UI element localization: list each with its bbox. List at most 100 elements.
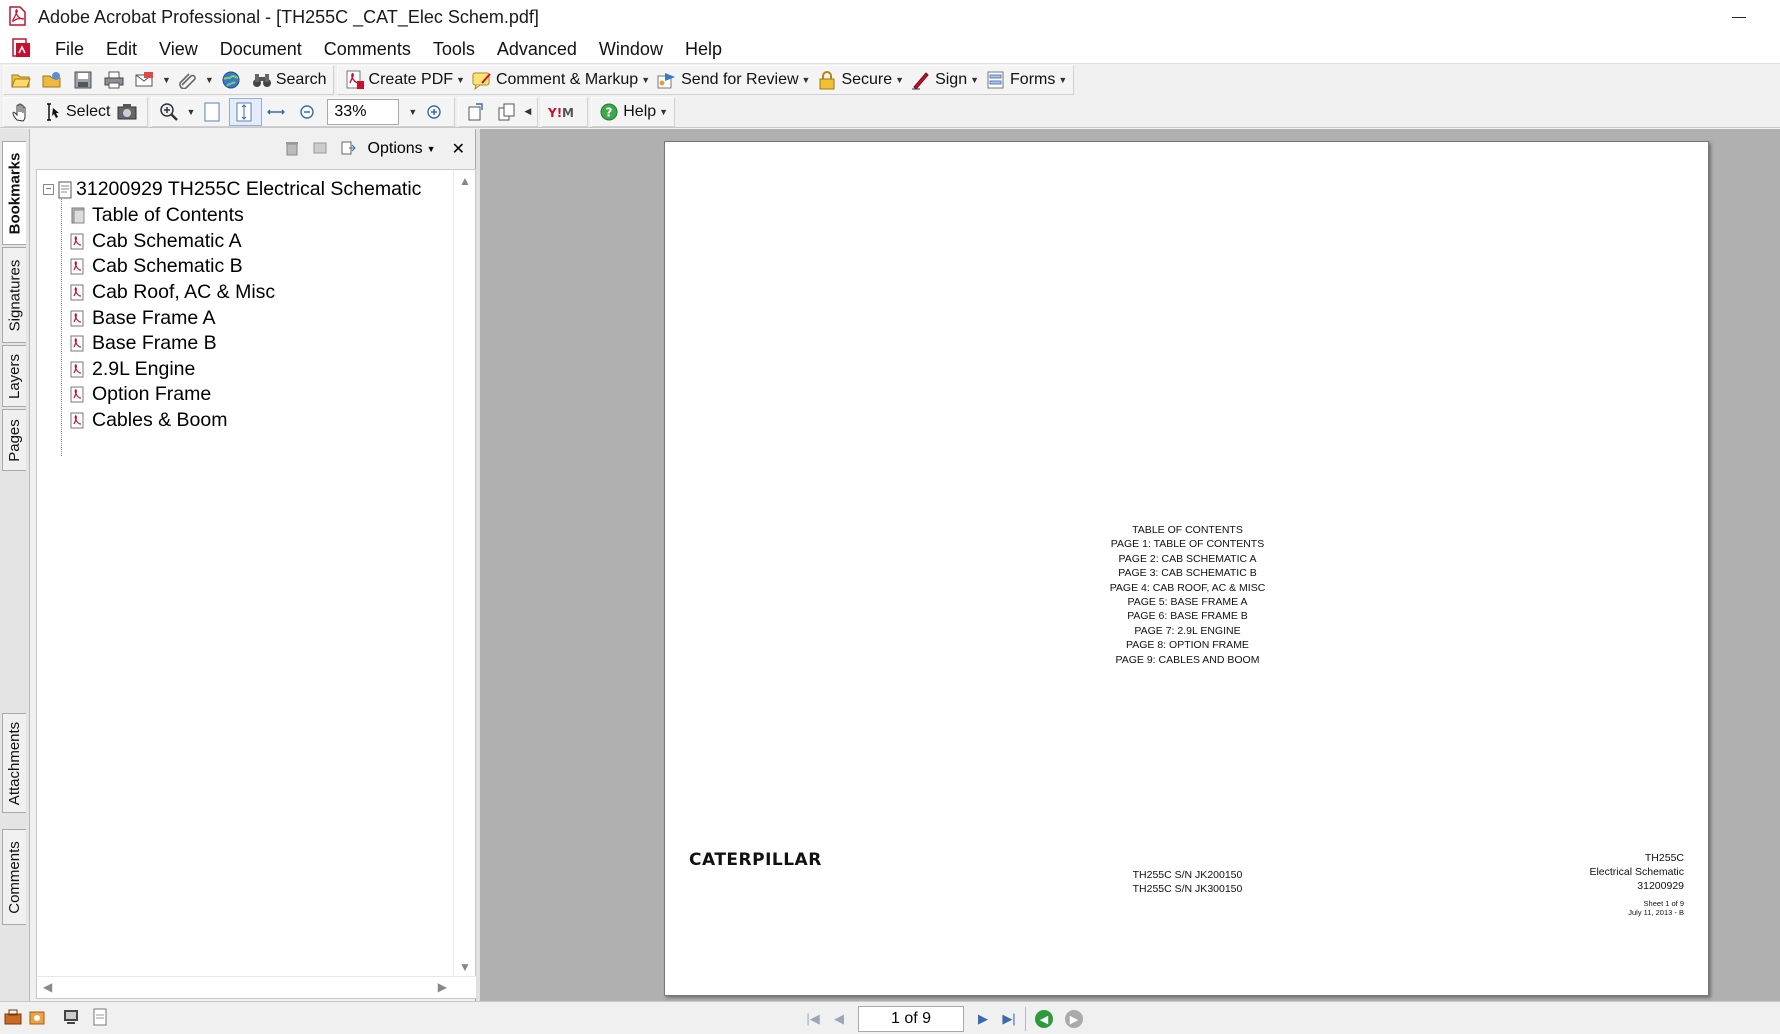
fit-page-button[interactable]	[229, 97, 263, 126]
bookmarks-panel-toolbar: Options ▼ ✕	[30, 129, 475, 169]
collapse-icon[interactable]: −	[43, 184, 54, 195]
scroll-left-icon[interactable]: ◀	[43, 980, 52, 994]
page-size-icon[interactable]	[92, 1008, 112, 1028]
last-page-button[interactable]: ▶|	[996, 1007, 1022, 1031]
actual-size-button[interactable]	[198, 98, 229, 126]
scroll-up-icon[interactable]: ▲	[459, 174, 471, 188]
yahoo-button[interactable]: Y! M	[545, 98, 584, 126]
scroll-right-icon[interactable]: ▶	[438, 980, 447, 994]
tab-pages[interactable]: Pages	[2, 409, 26, 471]
bookmark-horizontal-scrollbar[interactable]: ◀ ▶	[37, 976, 477, 998]
forms-icon	[985, 69, 1007, 91]
open-button[interactable]	[7, 66, 38, 94]
pdf-bookmark-icon	[69, 257, 87, 277]
document-view: TABLE OF CONTENTS PAGE 1: TABLE OF CONTE…	[480, 129, 1780, 1001]
tab-comments[interactable]: Comments	[2, 829, 26, 925]
secure-button[interactable]: Secure ▼	[813, 66, 907, 94]
tab-bookmarks[interactable]: Bookmarks	[2, 141, 26, 245]
menu-edit[interactable]: Edit	[95, 34, 148, 64]
tab-attachments[interactable]: Attachments	[2, 713, 26, 813]
svg-text:?: ?	[606, 105, 613, 119]
page-display-icon[interactable]	[62, 1008, 82, 1028]
bookmark-vertical-scrollbar[interactable]: ▲ ▼	[453, 170, 475, 978]
document-menu-icon[interactable]	[10, 37, 34, 61]
toolbox-icon[interactable]	[4, 1008, 24, 1028]
attach-button[interactable]: ▼	[174, 66, 217, 94]
paperclip-icon	[177, 69, 199, 91]
forms-button[interactable]: Forms ▼	[982, 66, 1070, 94]
create-pdf-button[interactable]: Create PDF ▼	[341, 66, 468, 94]
search-label: Search	[275, 71, 327, 88]
next-page-button[interactable]: ▶	[970, 1007, 996, 1031]
close-panel-icon[interactable]: ✕	[452, 139, 465, 159]
select-tool-button[interactable]: Select	[38, 98, 113, 126]
search-button[interactable]: Search	[248, 66, 330, 94]
snapshot-button[interactable]	[113, 98, 144, 126]
page-layout-button[interactable]: ◀	[493, 98, 534, 126]
menu-document[interactable]: Document	[209, 34, 313, 64]
tools-icon[interactable]	[28, 1008, 48, 1028]
menu-view[interactable]: View	[148, 34, 209, 64]
zoom-in-button[interactable]	[420, 98, 451, 126]
menu-comments[interactable]: Comments	[313, 34, 422, 64]
comment-markup-button[interactable]: Comment & Markup ▼	[468, 66, 653, 94]
zoom-tools-group: ▼ 33% ▼	[151, 96, 456, 127]
save-button[interactable]	[69, 66, 100, 94]
zoom-in-tool-button[interactable]: ▼	[155, 98, 198, 126]
menu-window[interactable]: Window	[588, 34, 674, 64]
delete-bookmark-icon[interactable]	[284, 140, 302, 158]
organizer-button[interactable]	[38, 66, 69, 94]
bookmark-item[interactable]: Option Frame	[69, 383, 211, 406]
zoom-dropdown-button[interactable]: ▼	[402, 98, 420, 126]
pdf-bookmark-icon	[69, 283, 87, 303]
help-button[interactable]: ? Help ▼	[595, 98, 671, 126]
tab-layers[interactable]: Layers	[2, 345, 26, 407]
new-bookmark-icon[interactable]	[312, 140, 330, 158]
zoom-in-icon	[423, 101, 445, 123]
fit-width-button[interactable]	[262, 98, 293, 126]
menu-advanced[interactable]: Advanced	[486, 34, 588, 64]
bookmark-item[interactable]: Cab Schematic B	[69, 255, 243, 278]
bookmark-item[interactable]: Base Frame B	[69, 332, 217, 355]
bookmark-root[interactable]: − 31200929 TH255C Electrical Schematic	[43, 178, 421, 201]
secure-label: Secure	[841, 71, 893, 88]
tab-signatures[interactable]: Signatures	[2, 247, 26, 343]
bookmark-item[interactable]: Table of Contents	[69, 204, 244, 227]
minimize-button[interactable]	[1724, 4, 1754, 30]
sign-button[interactable]: Sign ▼	[907, 66, 982, 94]
next-view-icon[interactable]: ▶	[1065, 1010, 1083, 1028]
acrobat-app-icon	[6, 5, 30, 29]
previous-view-icon[interactable]: ◀	[1035, 1010, 1053, 1028]
menu-file[interactable]: File	[44, 34, 95, 64]
organizer-icon	[41, 69, 63, 91]
zoom-out-button[interactable]	[293, 98, 324, 126]
expand-bookmark-icon[interactable]	[340, 140, 358, 158]
bookmark-item[interactable]: Cables & Boom	[69, 409, 227, 432]
rotate-view-button[interactable]	[462, 98, 493, 126]
bookmark-item[interactable]: Cab Schematic A	[69, 230, 242, 253]
send-for-review-button[interactable]: Send for Review ▼	[653, 66, 813, 94]
bookmark-item[interactable]: 2.9L Engine	[69, 358, 195, 381]
pdf-page[interactable]: TABLE OF CONTENTS PAGE 1: TABLE OF CONTE…	[664, 141, 1709, 996]
hand-tool-button[interactable]	[7, 98, 38, 126]
send-review-label: Send for Review	[681, 71, 799, 88]
svg-text:Y!: Y!	[548, 106, 562, 119]
navigation-tabs: Bookmarks Signatures Layers Pages Attach…	[0, 129, 30, 1001]
view-toolbar: Select ▼ 33% ▼ ◀ Y! M ? Help ▼	[0, 96, 1780, 128]
print-button[interactable]	[100, 66, 131, 94]
bookmark-item[interactable]: Cab Roof, AC & Misc	[69, 281, 275, 304]
menu-help[interactable]: Help	[674, 34, 733, 64]
options-dropdown[interactable]: Options ▼	[368, 140, 436, 158]
page-number-field[interactable]: 1 of 9	[858, 1006, 964, 1032]
previous-page-button[interactable]: ◀	[826, 1007, 852, 1031]
rotate-page-icon	[465, 101, 487, 123]
bookmark-item[interactable]: Base Frame A	[69, 307, 216, 330]
menu-tools[interactable]: Tools	[422, 34, 486, 64]
binoculars-icon	[251, 69, 273, 91]
web-button[interactable]	[217, 66, 248, 94]
first-page-button[interactable]: |◀	[800, 1007, 826, 1031]
zoom-level-field[interactable]: 33%	[327, 98, 400, 125]
scroll-down-icon[interactable]: ▼	[459, 960, 471, 974]
email-button[interactable]: ▼	[131, 66, 174, 94]
select-tools-group: Select	[3, 96, 149, 127]
